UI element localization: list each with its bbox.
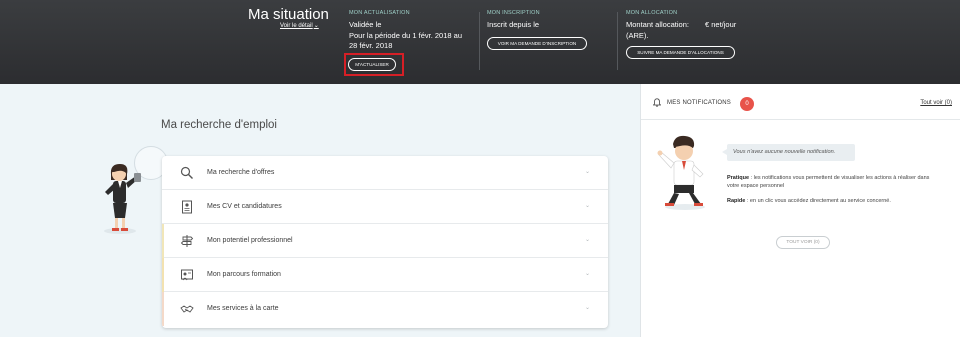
menu-item-cv-candidatures[interactable]: Mes CV et candidatures ⌄	[162, 190, 608, 224]
chevron-down-icon: ⌄	[584, 237, 590, 243]
cv-document-icon	[182, 200, 192, 214]
chevron-down-icon: ⌄	[584, 203, 590, 209]
divider	[617, 12, 618, 70]
allocation-amount-label: Montant allocation:	[626, 20, 689, 29]
row-accent	[162, 258, 164, 292]
inscription-heading: MON INSCRIPTION	[487, 10, 540, 16]
detail-link-label: Voir le détail	[280, 23, 313, 29]
page-title: Ma recherche d'emploi	[161, 119, 277, 131]
menu-item-services[interactable]: Mes services à la carte ⌄	[162, 292, 608, 326]
inscription-section: MON INSCRIPTION Inscrit depuis le	[487, 10, 540, 31]
chevron-down-icon: ⌄	[584, 305, 590, 311]
notifications-count-badge: 0	[740, 97, 754, 111]
row-accent	[162, 156, 164, 190]
see-all-link[interactable]: Tout voir (0)	[920, 100, 952, 106]
empty-notification-message: Vous n'avez aucune nouvelle notification…	[722, 144, 855, 161]
menu-item-label: Mon parcours formation	[207, 271, 281, 278]
training-icon	[181, 269, 193, 281]
situation-banner: Ma situation Voir le détail⌄ MON ACTUALI…	[0, 0, 960, 84]
woman-illustration	[104, 164, 141, 234]
menu-item-formation[interactable]: Mon parcours formation ⌄	[162, 258, 608, 292]
signpost-icon	[180, 235, 194, 247]
highlight-box	[344, 53, 404, 76]
menu-item-recherche-offres[interactable]: Ma recherche d'offres ⌄	[162, 156, 608, 190]
chevron-down-icon: ⌄	[584, 169, 590, 175]
info-rapide-text: : en un clic vous accédez directement au…	[745, 198, 891, 204]
row-accent	[162, 292, 164, 326]
divider	[479, 12, 480, 70]
see-all-button[interactable]: TOUT VOIR (0)	[776, 236, 830, 249]
suivre-allocations-button[interactable]: SUIVRE MA DEMANDE D'ALLOCATIONS	[626, 46, 735, 59]
menu-item-label: Mes services à la carte	[207, 305, 279, 312]
allocation-amount: Montant allocation: € net/jour	[626, 20, 736, 31]
detail-link[interactable]: Voir le détail⌄	[280, 22, 319, 29]
info-rapide: Rapide : en un clic vous accédez directe…	[727, 197, 937, 205]
actualisation-status: Validée le	[349, 20, 382, 29]
search-icon	[180, 166, 193, 179]
actualisation-period: Pour la période du 1 févr. 2018 au	[349, 30, 462, 40]
notifications-title: MES NOTIFICATIONS	[667, 100, 731, 106]
situation-title: Ma situation	[248, 6, 329, 23]
man-illustration	[657, 135, 705, 210]
menu-item-potentiel[interactable]: Mon potentiel professionnel ⌄	[162, 224, 608, 258]
bell-icon	[653, 98, 661, 107]
actualisation-section: MON ACTUALISATION Validée le Pour la pér…	[349, 10, 462, 52]
job-search-menu: Ma recherche d'offres ⌄ Mes CV et candid…	[162, 156, 608, 328]
menu-item-label: Mes CV et candidatures	[207, 203, 282, 210]
info-pratique-label: Pratique	[727, 175, 750, 181]
chevron-down-icon: ⌄	[313, 23, 319, 29]
actualisation-heading: MON ACTUALISATION	[349, 10, 410, 16]
info-pratique: Pratique : les notifications vous permet…	[727, 174, 937, 190]
info-rapide-label: Rapide	[727, 198, 746, 204]
voir-inscription-button[interactable]: VOIR MA DEMANDE D'INSCRIPTION	[487, 37, 587, 50]
allocation-heading: MON ALLOCATION	[626, 10, 678, 16]
chevron-down-icon: ⌄	[584, 271, 590, 277]
handshake-icon	[180, 305, 194, 313]
info-pratique-text: : les notifications vous permettent de v…	[727, 175, 930, 189]
actualisation-period-end: 28 févr. 2018	[349, 41, 393, 50]
allocation-type: (ARE).	[626, 30, 649, 40]
inscription-date: Inscrit depuis le	[487, 20, 540, 29]
menu-item-label: Ma recherche d'offres	[207, 169, 275, 176]
row-accent	[162, 224, 164, 258]
allocation-unit: € net/jour	[704, 20, 737, 29]
menu-item-label: Mon potentiel professionnel	[207, 237, 293, 244]
allocation-section: MON ALLOCATION Montant allocation: € net/…	[626, 10, 736, 41]
notifications-header: MES NOTIFICATIONS 0 Tout voir (0)	[641, 84, 960, 120]
notifications-panel: MES NOTIFICATIONS 0 Tout voir (0) Vous n…	[640, 84, 960, 337]
